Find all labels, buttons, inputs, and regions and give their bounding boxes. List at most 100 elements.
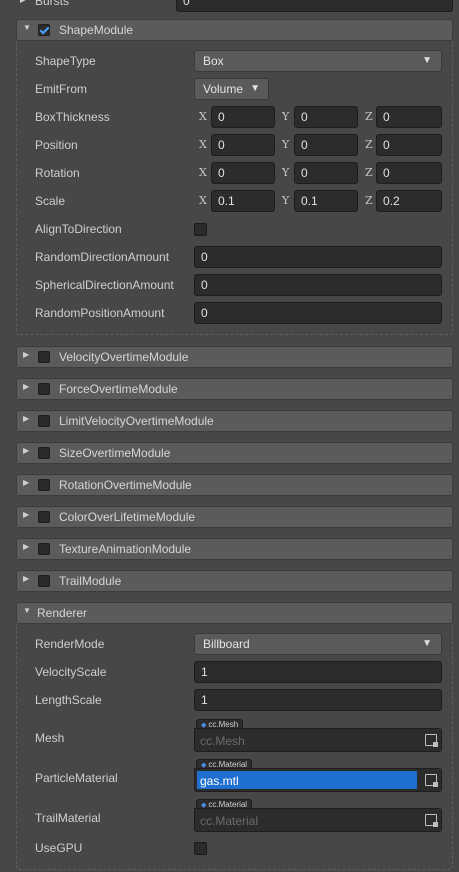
mesh-asset-value: cc.Mesh <box>200 734 245 748</box>
particle-material-asset-value: gas.mtl <box>200 774 239 788</box>
triangle-right-icon[interactable]: ▶ <box>23 542 29 551</box>
render-mode-select[interactable]: Billboard ▼ <box>194 633 442 655</box>
trail-module-header[interactable]: ▶ TrailModule <box>16 570 453 592</box>
module-title: TrailModule <box>59 574 122 588</box>
rotation-label: Rotation <box>35 166 80 180</box>
shape-module-title: ShapeModule <box>59 23 134 37</box>
triangle-right-icon[interactable]: ▶ <box>23 382 29 391</box>
z-axis-label: Z <box>365 138 373 151</box>
caret-down-icon: ▼ <box>250 83 260 94</box>
limit-velocity-overtime-module-header[interactable]: ▶ LimitVelocityOvertimeModule <box>16 410 453 432</box>
spherical-direction-amount-input[interactable]: 0 <box>194 274 442 296</box>
random-direction-amount-input[interactable]: 0 <box>194 246 442 268</box>
asset-picker-icon[interactable] <box>425 774 438 787</box>
rotation-x-input[interactable]: 0 <box>211 162 275 184</box>
rotation-z-input[interactable]: 0 <box>376 162 442 184</box>
emit-from-label: EmitFrom <box>35 82 87 96</box>
renderer-title: Renderer <box>37 606 88 620</box>
random-position-amount-input[interactable]: 0 <box>194 302 442 324</box>
module-enabled-checkbox[interactable] <box>38 575 50 587</box>
emit-from-select[interactable]: Volume ▼ <box>194 78 269 100</box>
module-enabled-checkbox[interactable] <box>38 543 50 555</box>
position-x-input[interactable]: 0 <box>211 134 275 156</box>
use-gpu-label: UseGPU <box>35 841 83 855</box>
box-thickness-y-input[interactable]: 0 <box>294 106 358 128</box>
random-direction-amount-label: RandomDirectionAmount <box>35 250 170 264</box>
x-axis-label: X <box>199 194 207 207</box>
rotation-y-input[interactable]: 0 <box>294 162 358 184</box>
box-thickness-x-input[interactable]: 0 <box>211 106 275 128</box>
x-axis-label: X <box>199 110 207 123</box>
triangle-right-icon[interactable]: ▶ <box>23 350 29 359</box>
module-title: TextureAnimationModule <box>59 542 192 556</box>
triangle-right-icon[interactable]: ▶ <box>23 510 29 519</box>
trail-material-asset-value: cc.Material <box>200 814 259 828</box>
bursts-row: ▶ Bursts 0 <box>0 0 459 12</box>
render-mode-label: RenderMode <box>35 637 105 651</box>
align-to-direction-label: AlignToDirection <box>35 222 122 236</box>
x-axis-label: X <box>199 166 207 179</box>
module-enabled-checkbox[interactable] <box>38 447 50 459</box>
random-position-amount-label: RandomPositionAmount <box>35 306 165 320</box>
triangle-down-icon[interactable]: ▼ <box>23 606 31 615</box>
shape-type-value: Box <box>203 54 224 68</box>
scale-y-input[interactable]: 0.1 <box>294 190 358 212</box>
force-overtime-module-header[interactable]: ▶ ForceOvertimeModule <box>16 378 453 400</box>
rotation-overtime-module-header[interactable]: ▶ RotationOvertimeModule <box>16 474 453 496</box>
z-axis-label: Z <box>365 110 373 123</box>
scale-z-input[interactable]: 0.2 <box>376 190 442 212</box>
length-scale-input[interactable]: 1 <box>194 689 442 711</box>
size-overtime-module-header[interactable]: ▶ SizeOvertimeModule <box>16 442 453 464</box>
scale-label: Scale <box>35 194 66 208</box>
position-z-input[interactable]: 0 <box>376 134 442 156</box>
module-enabled-checkbox[interactable] <box>38 511 50 523</box>
triangle-right-icon[interactable]: ▶ <box>23 446 29 455</box>
velocity-scale-label: VelocityScale <box>35 665 107 679</box>
velocity-overtime-module-header[interactable]: ▶ VelocityOvertimeModule <box>16 346 453 368</box>
bursts-label: Bursts <box>35 0 70 8</box>
module-enabled-checkbox[interactable] <box>38 415 50 427</box>
module-title: ForceOvertimeModule <box>59 382 178 396</box>
caret-down-icon: ▼ <box>422 638 432 649</box>
trail-material-label: TrailMaterial <box>35 811 101 825</box>
position-y-input[interactable]: 0 <box>294 134 358 156</box>
asset-picker-icon[interactable] <box>425 814 438 827</box>
texture-animation-module-header[interactable]: ▶ TextureAnimationModule <box>16 538 453 560</box>
mesh-asset-field[interactable]: cc.Mesh <box>194 728 442 752</box>
y-axis-label: Y <box>282 110 290 123</box>
box-thickness-z-input[interactable]: 0 <box>376 106 442 128</box>
triangle-down-icon[interactable]: ▼ <box>23 23 31 32</box>
scale-x-input[interactable]: 0.1 <box>211 190 275 212</box>
caret-down-icon: ▼ <box>422 55 432 66</box>
triangle-right-icon[interactable]: ▶ <box>23 414 29 423</box>
triangle-right-icon[interactable]: ▶ <box>20 0 26 4</box>
shape-type-label: ShapeType <box>35 54 96 68</box>
color-over-lifetime-module-header[interactable]: ▶ ColorOverLifetimeModule <box>16 506 453 528</box>
module-title: SizeOvertimeModule <box>59 446 171 460</box>
velocity-scale-input[interactable]: 1 <box>194 661 442 683</box>
spherical-direction-amount-label: SphericalDirectionAmount <box>35 278 174 292</box>
renderer-header[interactable]: ▼ Renderer <box>16 602 453 624</box>
module-enabled-checkbox[interactable] <box>38 383 50 395</box>
box-thickness-label: BoxThickness <box>35 110 110 124</box>
mesh-label: Mesh <box>35 731 65 745</box>
bursts-field[interactable]: 0 <box>176 0 453 12</box>
shape-module-header[interactable]: ▼ ShapeModule <box>16 19 453 41</box>
particle-material-asset-field[interactable]: gas.mtl <box>194 768 442 792</box>
render-mode-value: Billboard <box>203 637 250 651</box>
asset-picker-icon[interactable] <box>425 734 438 747</box>
module-enabled-checkbox[interactable] <box>38 351 50 363</box>
align-to-direction-checkbox[interactable] <box>194 223 207 236</box>
length-scale-label: LengthScale <box>35 693 102 707</box>
use-gpu-checkbox[interactable] <box>194 842 207 855</box>
y-axis-label: Y <box>282 166 290 179</box>
z-axis-label: Z <box>365 166 373 179</box>
trail-material-asset-field[interactable]: cc.Material <box>194 808 442 832</box>
shape-type-select[interactable]: Box ▼ <box>194 50 442 72</box>
shape-module-enabled-checkbox[interactable] <box>38 24 50 36</box>
module-enabled-checkbox[interactable] <box>38 479 50 491</box>
y-axis-label: Y <box>282 194 290 207</box>
triangle-right-icon[interactable]: ▶ <box>23 574 29 583</box>
triangle-right-icon[interactable]: ▶ <box>23 478 29 487</box>
module-title: LimitVelocityOvertimeModule <box>59 414 214 428</box>
